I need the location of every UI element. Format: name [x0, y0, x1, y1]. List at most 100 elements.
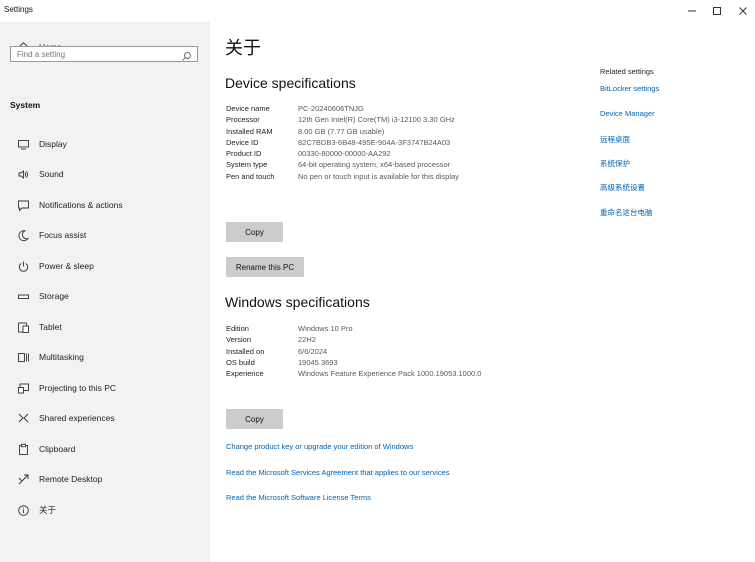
sidebar-item-notifications[interactable]: Notifications & actions [0, 191, 210, 219]
rename-pc-button[interactable]: Rename this PC [226, 257, 304, 277]
sidebar-item-label: Projecting to this PC [39, 383, 117, 393]
spec-row: Product ID 00330-80000-00000-AA292 [226, 149, 459, 160]
spec-key: Edition [226, 324, 249, 333]
spec-key: System type [226, 160, 268, 170]
sidebar-item-label: Sound [39, 169, 64, 179]
sidebar-item-label: Clipboard [39, 444, 76, 454]
sidebar-item-about[interactable]: 关于 [0, 496, 210, 524]
tablet-icon [15, 319, 31, 335]
title-bar: Settings [0, 0, 755, 22]
search-box[interactable] [10, 46, 198, 62]
spec-value: 00330-80000-00000-AA292 [298, 149, 391, 159]
display-icon [15, 136, 31, 152]
spec-row: Pen and touch No pen or touch input is av… [226, 172, 459, 183]
sidebar: Home System Display Sound Notifications … [0, 22, 210, 562]
spec-key: Device ID [226, 137, 259, 147]
sound-icon [15, 166, 31, 182]
section-title: System [10, 100, 41, 110]
windows-specs-table: Edition Windows 10 Pro Version 22H2 Instal… [226, 324, 481, 380]
about-icon [15, 502, 31, 518]
clipboard-icon [15, 441, 31, 457]
system-protection-link[interactable]: 系统保护 [600, 158, 630, 169]
sidebar-item-remote-desktop[interactable]: Remote Desktop [0, 465, 210, 493]
spec-value: Windows Feature Experience Pack 1000.190… [298, 369, 482, 379]
minimize-icon [688, 10, 696, 12]
focus-assist-icon [15, 227, 31, 243]
spec-row: Device name PC-20240606TNJG [226, 104, 459, 115]
spec-row: Version 22H2 [226, 335, 481, 346]
spec-row: Experience Windows Feature Experience Pac… [226, 369, 481, 380]
sidebar-item-label: Power & sleep [39, 261, 94, 271]
main-content: 关于 Device specifications Device name PC-2… [210, 22, 755, 562]
sidebar-item-label: 关于 [39, 505, 57, 515]
maximize-icon [713, 7, 721, 15]
sidebar-item-display[interactable]: Display [0, 130, 210, 158]
spec-key: Product ID [226, 149, 262, 159]
spec-value: 22H2 [298, 335, 316, 345]
page-title: 关于 [225, 38, 261, 58]
sidebar-item-clipboard[interactable]: Clipboard [0, 435, 210, 463]
copy-device-specs-button[interactable]: Copy [226, 222, 283, 242]
device-specs-table: Device name PC-20240606TNJG Processor 12th… [226, 104, 459, 183]
search-icon [181, 49, 192, 61]
windows-specs-heading: Windows specifications [225, 294, 370, 310]
sidebar-item-multitasking[interactable]: Multitasking [0, 343, 210, 371]
spec-value: 19045.3693 [298, 357, 338, 367]
sidebar-item-tablet[interactable]: Tablet [0, 313, 210, 341]
rename-this-pc-link[interactable]: 重命名这台电脑 [600, 207, 653, 218]
device-specs-heading: Device specifications [225, 75, 356, 91]
device-manager-link[interactable]: Device Manager [600, 109, 655, 118]
spec-key: Device name [226, 104, 270, 113]
spec-key: OS build [226, 357, 255, 367]
spec-value: No pen or touch input is available for t… [298, 171, 459, 181]
close-icon [739, 7, 747, 15]
spec-value: 82C7BDB3-6B48-495E-904A-3F3747B24A03 [298, 137, 451, 147]
sidebar-item-label: Notifications & actions [39, 200, 123, 210]
projecting-icon [15, 380, 31, 396]
related-settings-heading: Related settings [600, 67, 654, 76]
search-input[interactable] [17, 48, 177, 60]
sidebar-item-label: Focus assist [39, 230, 87, 240]
sidebar-item-power-sleep[interactable]: Power & sleep [0, 252, 210, 280]
sidebar-item-label: Display [39, 139, 67, 149]
sidebar-item-projecting[interactable]: Projecting to this PC [0, 374, 210, 402]
spec-value: 64-bit operating system, x64-based proce… [298, 160, 451, 170]
spec-row: Installed RAM 8.00 GB (7.77 GB usable) [226, 127, 459, 138]
spec-value: PC-20240606TNJG [298, 104, 364, 113]
license-terms-link[interactable]: Read the Microsoft Software License Term… [226, 493, 371, 502]
spec-row: System type 64-bit operating system, x64-… [226, 160, 459, 171]
spec-key: Pen and touch [226, 171, 275, 181]
power-icon [15, 258, 31, 274]
copy-windows-specs-button[interactable]: Copy [226, 409, 283, 429]
spec-key: Experience [226, 369, 264, 379]
spec-row: Installed on 6/6/2024 [226, 347, 481, 358]
spec-value: Windows 10 Pro [298, 324, 353, 333]
spec-row: Edition Windows 10 Pro [226, 324, 481, 335]
sidebar-item-storage[interactable]: Storage [0, 282, 210, 310]
remote-desktop-icon [15, 471, 31, 487]
sidebar-item-shared-experiences[interactable]: Shared experiences [0, 404, 210, 432]
spec-key: Version [226, 335, 252, 345]
spec-row: OS build 19045.3693 [226, 358, 481, 369]
spec-value: 12th Gen Intel(R) Core(TM) i3-12100 3.30… [298, 115, 455, 125]
bitlocker-settings-link[interactable]: BitLocker settings [600, 84, 659, 93]
spec-value: 6/6/2024 [298, 346, 328, 356]
spec-key: Installed RAM [226, 126, 273, 136]
close-button[interactable] [731, 2, 755, 20]
minimize-button[interactable] [680, 2, 704, 20]
spec-key: Installed on [226, 346, 265, 356]
app-title: Settings [4, 5, 33, 14]
sidebar-item-label: Remote Desktop [39, 474, 103, 484]
spec-value: 8.00 GB (7.77 GB usable) [298, 126, 385, 136]
spec-row: Device ID 82C7BDB3-6B48-495E-904A-3F3747B… [226, 138, 459, 149]
change-product-key-link[interactable]: Change product key or upgrade your editi… [226, 442, 413, 451]
sidebar-item-focus-assist[interactable]: Focus assist [0, 221, 210, 249]
services-agreement-link[interactable]: Read the Microsoft Services Agreement th… [226, 468, 449, 477]
multitasking-icon [15, 349, 31, 365]
remote-desktop-link[interactable]: 远程桌面 [600, 134, 630, 145]
maximize-button[interactable] [705, 2, 729, 20]
advanced-system-settings-link[interactable]: 高级系统设置 [600, 182, 645, 193]
sidebar-item-label: Multitasking [39, 352, 84, 362]
spec-key: Processor [226, 115, 260, 125]
sidebar-item-sound[interactable]: Sound [0, 160, 210, 188]
